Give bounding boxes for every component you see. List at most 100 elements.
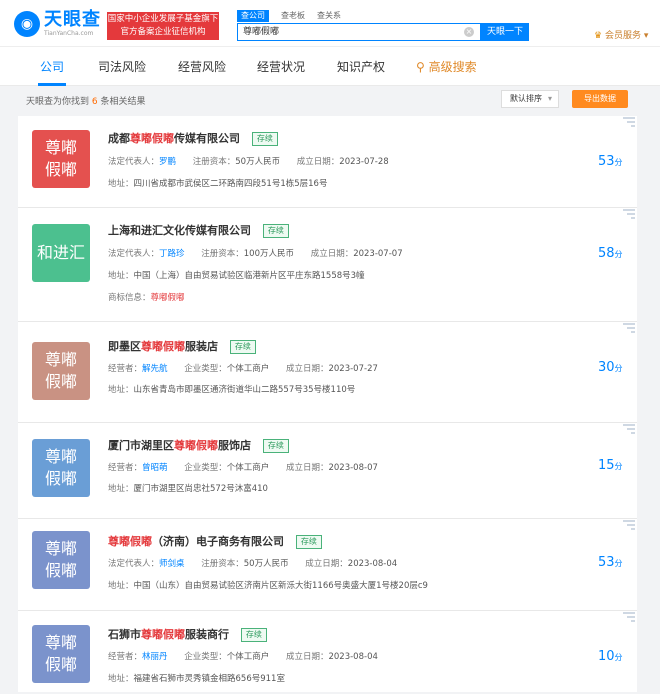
legal-rep-link[interactable]: 罗鹏 [159, 157, 176, 167]
company-card[interactable]: 尊嘟 假嘟 石狮市尊嘟假嘟服装商行 存续 经营者：林丽丹 企业类型：个体工商户 … [18, 611, 637, 692]
company-logo: 尊嘟 假嘟 [32, 531, 90, 589]
company-logo: 尊嘟 假嘟 [32, 625, 90, 683]
company-score: 10分 [598, 649, 623, 664]
tianyancha-logo[interactable]: ◉ 天眼查 TianYanCha.com [14, 10, 104, 38]
chevron-down-icon: ▾ [547, 94, 552, 103]
company-name[interactable]: 成都尊嘟假嘟传媒有限公司 存续 [108, 132, 278, 146]
corner-watermark-icon [623, 520, 635, 530]
search-input[interactable]: 尊嘟假嘟 × [237, 23, 481, 41]
company-meta-row: 法定代表人：丁路珍 注册资本：100万人民币 成立日期：2023-07-07 [108, 249, 403, 259]
logo-line: 假嘟 [44, 372, 77, 391]
tab-search-boss[interactable]: 查老板 [281, 10, 305, 22]
status-badge: 存续 [262, 224, 289, 238]
search-input-value: 尊嘟假嘟 [243, 27, 280, 37]
company-card[interactable]: 尊嘟 假嘟 尊嘟假嘟（济南）电子商务有限公司 存续 法定代表人：师剑桌 注册资本… [18, 519, 637, 611]
tab-search-relation[interactable]: 查关系 [317, 10, 341, 22]
company-score: 30分 [598, 360, 623, 375]
company-address: 地址：中国（上海）自由贸易试验区临港新片区平庄东路1558号3幢 [108, 271, 365, 281]
company-card[interactable]: 尊嘟 假嘟 即墨区尊嘟假嘟服装店 存续 经营者：解先航 企业类型：个体工商户 成… [18, 322, 637, 423]
corner-watermark-icon [623, 424, 635, 434]
status-badge: 存续 [295, 535, 322, 549]
corner-watermark-icon [623, 612, 635, 622]
company-score: 53分 [598, 154, 623, 169]
result-suffix: 条相关结果 [100, 97, 146, 107]
sort-dropdown[interactable]: 默认排序 ▾ [501, 90, 559, 108]
corner-watermark-icon [623, 209, 635, 219]
company-logo: 和进汇 [32, 224, 90, 282]
company-result-list: 尊嘟 假嘟 成都尊嘟假嘟传媒有限公司 存续 法定代表人：罗鹏 注册资本：50万人… [18, 116, 637, 692]
corner-watermark-icon [623, 117, 635, 127]
company-meta-row: 经营者：林丽丹 企业类型：个体工商户 成立日期：2023-08-04 [108, 652, 378, 662]
logo-subtitle: TianYanCha.com [44, 30, 94, 37]
company-score: 53分 [598, 555, 623, 570]
tab-intellectual-property[interactable]: 知识产权 [337, 59, 385, 75]
logo-line: 尊嘟 [44, 447, 77, 466]
company-logo: 尊嘟 假嘟 [32, 439, 90, 497]
company-logo: 尊嘟 假嘟 [32, 342, 90, 400]
legal-rep-link[interactable]: 丁路珍 [159, 249, 185, 259]
status-badge: 存续 [240, 628, 267, 642]
logo-line: 尊嘟 [44, 138, 77, 157]
company-name[interactable]: 厦门市湖里区尊嘟假嘟服饰店 存续 [108, 439, 289, 453]
tab-judicial-risk[interactable]: 司法风险 [98, 59, 146, 75]
badge-line-2: 官方备案企业征信机构 [120, 27, 206, 37]
clear-icon[interactable]: × [464, 27, 474, 37]
company-meta-row: 法定代表人：师剑桌 注册资本：50万人民币 成立日期：2023-08-04 [108, 559, 398, 569]
company-name[interactable]: 石狮市尊嘟假嘟服装商行 存续 [108, 628, 267, 642]
status-badge: 存续 [251, 132, 278, 146]
company-meta-row: 经营者：解先航 企业类型：个体工商户 成立日期：2023-07-27 [108, 364, 378, 374]
company-address: 地址：福建省石狮市灵秀镇金相路656号911室 [108, 674, 285, 684]
export-data-button[interactable]: 导出数据 [572, 90, 628, 108]
company-name[interactable]: 即墨区尊嘟假嘟服装店 存续 [108, 340, 256, 354]
result-count-text: 天眼查为你找到 6 条相关结果 [26, 94, 146, 107]
advanced-search-link[interactable]: ⚲ 高级搜索 [416, 59, 477, 75]
top-header: ◉ 天眼查 TianYanCha.com 国家中小企业发展子基金旗下 官方备案企… [0, 0, 660, 46]
company-card[interactable]: 和进汇 上海和进汇文化传媒有限公司 存续 法定代表人：丁路珍 注册资本：100万… [18, 208, 637, 322]
eye-logo-icon: ◉ [14, 11, 40, 37]
tab-company[interactable]: 公司 [40, 59, 64, 75]
status-badge: 存续 [229, 340, 256, 354]
corner-watermark-icon [623, 323, 635, 333]
logo-line: 假嘟 [44, 655, 77, 674]
operator-link[interactable]: 曾昭萌 [142, 463, 168, 473]
logo-line: 假嘟 [44, 561, 77, 580]
advanced-search-label: 高级搜索 [428, 60, 477, 74]
status-badge: 存续 [262, 439, 289, 453]
logo-line: 尊嘟 [44, 539, 77, 558]
tab-search-company[interactable]: 查公司 [237, 10, 269, 22]
search-icon: ⚲ [416, 60, 425, 74]
crown-icon: ♛ [594, 31, 603, 41]
operator-link[interactable]: 解先航 [142, 364, 168, 374]
search-button[interactable]: 天眼一下 [481, 23, 529, 41]
result-summary-bar: 天眼查为你找到 6 条相关结果 默认排序 ▾ 导出数据 [18, 86, 643, 116]
tab-operation-status[interactable]: 经营状况 [257, 59, 305, 75]
logo-line: 假嘟 [44, 160, 77, 179]
legal-rep-link[interactable]: 师剑桌 [159, 559, 185, 569]
company-meta-row: 法定代表人：罗鹏 注册资本：50万人民币 成立日期：2023-07-28 [108, 157, 389, 167]
company-logo: 尊嘟 假嘟 [32, 130, 90, 188]
company-card[interactable]: 尊嘟 假嘟 成都尊嘟假嘟传媒有限公司 存续 法定代表人：罗鹏 注册资本：50万人… [18, 116, 637, 208]
company-name[interactable]: 尊嘟假嘟（济南）电子商务有限公司 存续 [108, 535, 322, 549]
company-card[interactable]: 尊嘟 假嘟 厦门市湖里区尊嘟假嘟服饰店 存续 经营者：曾昭萌 企业类型：个体工商… [18, 423, 637, 519]
logo-line: 假嘟 [44, 469, 77, 488]
result-prefix: 天眼查为你找到 [26, 97, 90, 107]
member-service-link[interactable]: ♛ 会员服务 ▾ [594, 28, 648, 41]
logo-text: 天眼查 [44, 9, 101, 30]
company-address: 地址：四川省成都市武侯区二环路南四段51号1栋5层16号 [108, 179, 328, 189]
company-address: 地址：厦门市湖里区尚忠社572号沐富410 [108, 484, 268, 494]
company-score: 58分 [598, 246, 623, 261]
company-name[interactable]: 上海和进汇文化传媒有限公司 存续 [108, 224, 289, 238]
company-address: 地址：中国（山东）自由贸易试验区济南片区新泺大街1166号奥盛大厦1号楼20层c… [108, 581, 428, 591]
company-meta-row: 经营者：曾昭萌 企业类型：个体工商户 成立日期：2023-08-07 [108, 463, 378, 473]
logo-line: 尊嘟 [44, 633, 77, 652]
trademark-info: 商标信息：尊嘟假嘟 [108, 293, 185, 303]
company-score: 15分 [598, 458, 623, 473]
company-address: 地址：山东省青岛市即墨区通济街道华山二路557号35号楼110号 [108, 385, 356, 395]
logo-line: 尊嘟 [44, 350, 77, 369]
official-badge: 国家中小企业发展子基金旗下 官方备案企业征信机构 [107, 12, 219, 40]
member-label: 会员服务 [604, 31, 641, 41]
logo-line: 和进汇 [36, 243, 85, 262]
operator-link[interactable]: 林丽丹 [142, 652, 168, 662]
result-count: 6 [91, 97, 98, 107]
tab-operation-risk[interactable]: 经营风险 [178, 59, 226, 75]
